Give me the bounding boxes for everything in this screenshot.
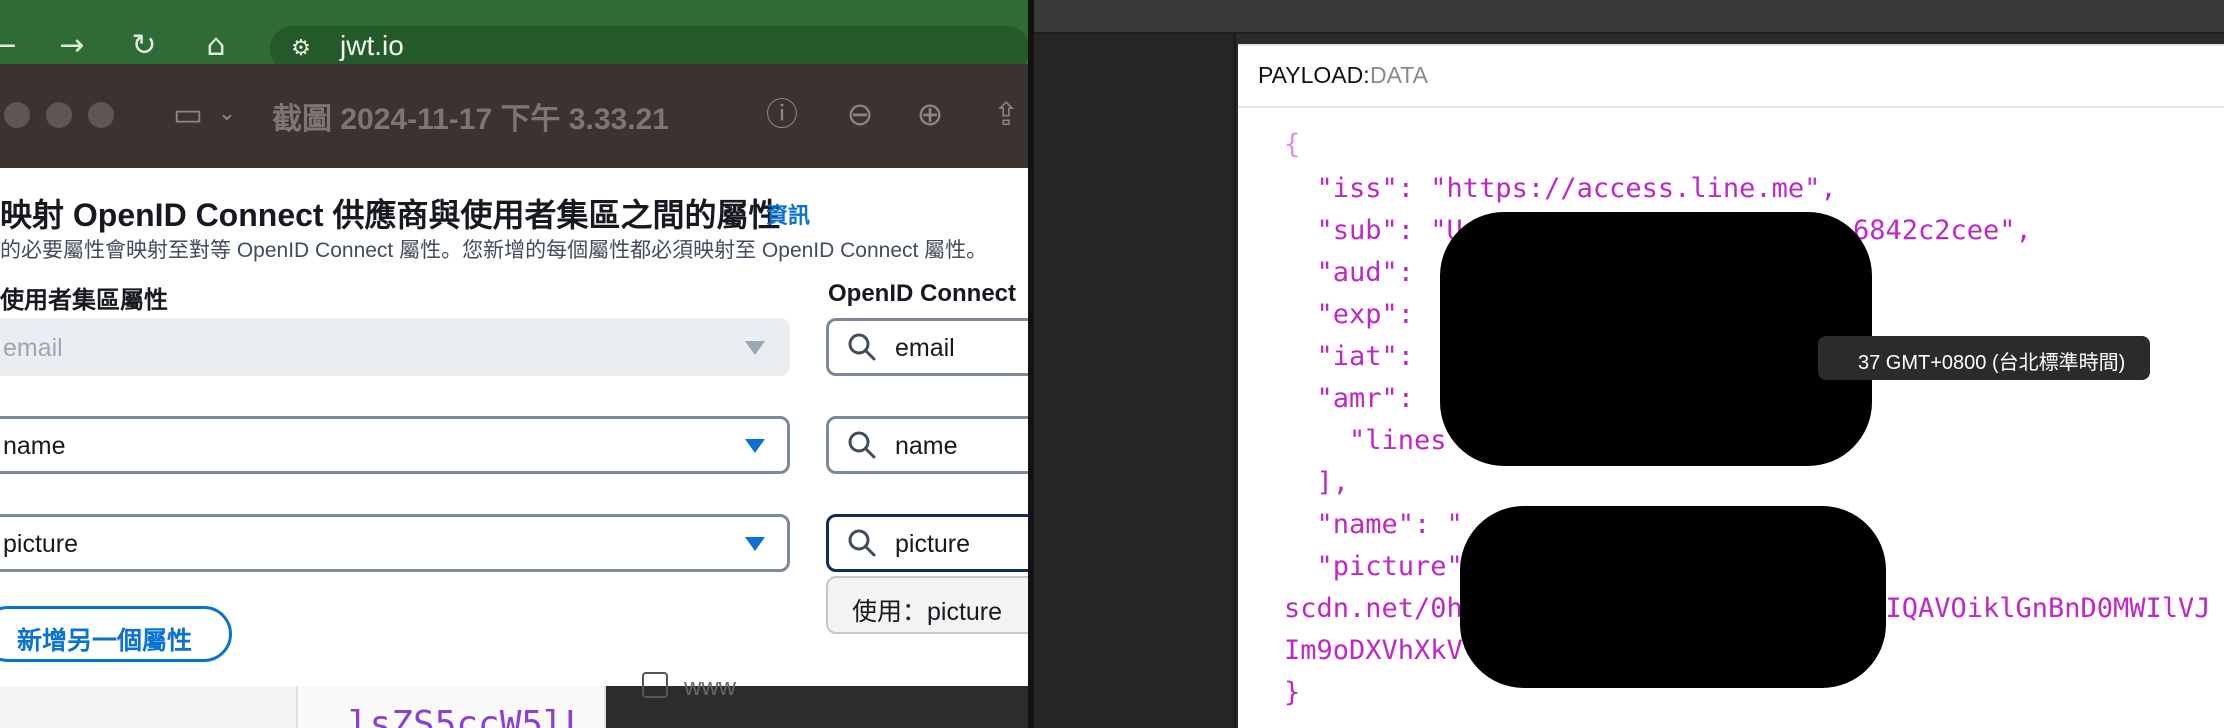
zoom-window-button[interactable]	[88, 102, 114, 128]
caret-down-icon	[745, 537, 765, 551]
json-line-aud[interactable]: "aud":	[1284, 256, 1415, 290]
autocomplete-option[interactable]: 使用：picture	[826, 576, 1046, 634]
json-line-amr[interactable]: "amr":	[1284, 382, 1415, 416]
json-line-amr-close: ],	[1284, 467, 1350, 498]
search-icon	[848, 529, 876, 557]
json-line-picture[interactable]: "picture"	[1284, 550, 1463, 584]
page-description: 的必要屬性會映射至對等 OpenID Connect 屬性。您新增的每個屬性都必…	[0, 239, 988, 262]
user-attribute-select-name[interactable]: name	[0, 416, 790, 474]
preview-title: 截圖 2024-11-17 下午 3.33.21	[272, 103, 669, 136]
right-window-gutter	[1034, 34, 1236, 728]
home-icon[interactable]: ⌂	[198, 28, 234, 64]
json-line-iss[interactable]: "iss": "https://access.line.me",	[1284, 172, 1837, 206]
redaction-block	[1440, 212, 1872, 466]
search-icon	[848, 333, 876, 361]
json-line-exp[interactable]: "exp":	[1284, 298, 1415, 332]
oidc-attribute-input-picture[interactable]: picture	[826, 514, 1046, 572]
page-title: 映射 OpenID Connect 供應商與使用者集區之間的屬性	[0, 197, 781, 233]
payload-sublabel: DATA	[1370, 62, 1428, 88]
user-attribute-select-picture[interactable]: picture	[0, 514, 790, 572]
select-value: email	[3, 334, 63, 362]
input-value: name	[895, 432, 958, 460]
json-line-picture-url-2[interactable]: Im9oDXVhXkV	[1284, 634, 1463, 668]
zoom-out-icon[interactable]: ⊖	[838, 92, 882, 136]
background-dark-area	[606, 686, 1028, 728]
json-line-close: }	[1284, 677, 1301, 708]
oidc-attribute-header: OpenID Connect	[828, 280, 1017, 307]
timestamp-tooltip-text: 37 GMT+0800 (台北標準時間)	[1858, 352, 2126, 374]
background-checkbox	[642, 672, 668, 698]
info-icon[interactable]: ⓘ	[760, 92, 804, 136]
sidebar-icon[interactable]: ▭	[166, 92, 210, 136]
payload-label: PAYLOAD:	[1258, 62, 1370, 88]
close-window-button[interactable]	[4, 102, 30, 128]
zoom-in-icon[interactable]: ⊕	[908, 92, 952, 136]
user-pool-attribute-header: 使用者集區屬性	[0, 287, 168, 314]
chevron-down-icon[interactable]: ⌄	[214, 92, 240, 136]
oidc-attribute-input-email[interactable]: email	[826, 318, 1046, 376]
forward-arrow-icon[interactable]: →	[54, 28, 90, 64]
caret-down-icon	[745, 439, 765, 453]
json-line-open: {	[1284, 129, 1301, 160]
site-settings-icon[interactable]: ⚙	[286, 34, 316, 64]
select-value: picture	[3, 530, 79, 558]
json-line-amr-item[interactable]: "lines	[1284, 424, 1447, 458]
share-icon[interactable]: ⇪	[984, 92, 1028, 136]
background-label: www	[684, 674, 736, 701]
search-icon	[848, 431, 876, 459]
minimize-window-button[interactable]	[46, 102, 72, 128]
info-link[interactable]: 資訊	[766, 198, 810, 230]
oidc-attribute-input-name[interactable]: name	[826, 416, 1046, 474]
url-text[interactable]: jwt.io	[340, 30, 404, 62]
user-attribute-select-email: email	[0, 318, 790, 376]
right-window-top-strip	[1034, 0, 2224, 34]
redaction-block	[1460, 506, 1886, 688]
input-value: email	[895, 334, 955, 362]
autocomplete-option-label: 使用：picture	[852, 598, 1003, 626]
add-attribute-button[interactable]: 新增另一個屬性	[0, 606, 232, 662]
select-value: name	[3, 432, 66, 460]
json-line-name[interactable]: "name": "	[1284, 508, 1463, 542]
json-line-iat[interactable]: "iat":	[1284, 340, 1415, 374]
input-value: picture	[895, 530, 971, 558]
reload-icon[interactable]: ↻	[126, 28, 162, 64]
caret-down-icon	[745, 341, 765, 355]
back-arrow-icon[interactable]: ←	[0, 28, 22, 64]
background-code-fragment: lsZS5ccW5lL	[348, 704, 587, 728]
add-attribute-button-label: 新增另一個屬性	[17, 627, 193, 655]
